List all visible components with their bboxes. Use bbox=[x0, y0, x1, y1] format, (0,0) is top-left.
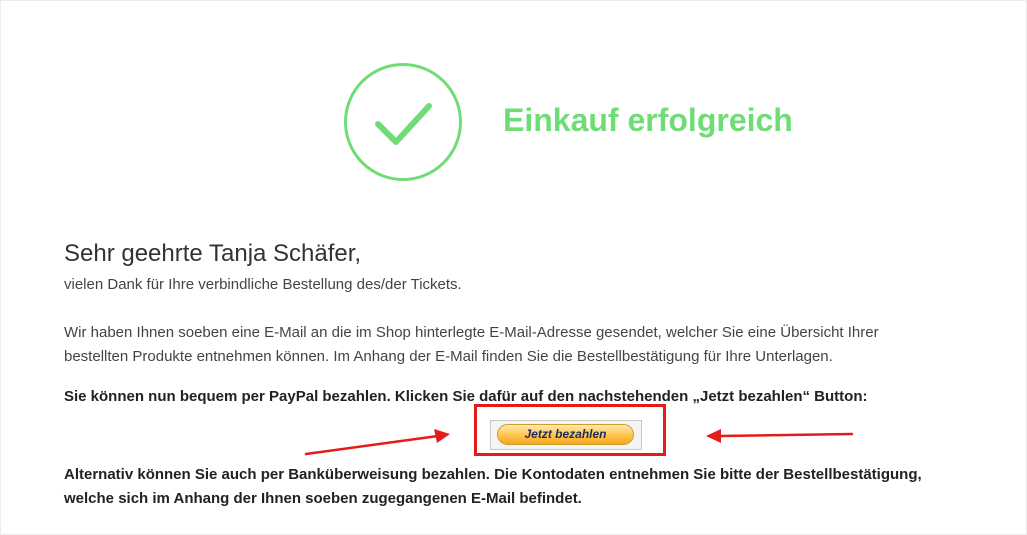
email-info-line-2: bestellten Produkte entnehmen können. Im… bbox=[64, 348, 833, 365]
bank-transfer-info-line-2: welche sich im Anhang der Ihnen soeben z… bbox=[64, 490, 582, 507]
red-arrow-left-icon bbox=[706, 429, 854, 443]
thanks-text: vielen Dank für Ihre verbindliche Bestel… bbox=[64, 276, 462, 293]
red-arrow-right-icon bbox=[304, 429, 450, 456]
paypal-instruction: Sie können nun bequem per PayPal bezahle… bbox=[64, 388, 868, 405]
bank-transfer-info-line-1: Alternativ können Sie auch per Banküberw… bbox=[64, 466, 922, 483]
paypal-pay-now-button[interactable]: Jetzt bezahlen bbox=[497, 424, 634, 445]
check-circle-icon bbox=[344, 63, 462, 181]
email-info-line-1: Wir haben Ihnen soeben eine E-Mail an di… bbox=[64, 324, 879, 341]
checkmark-icon bbox=[375, 103, 432, 145]
greeting-heading: Sehr geehrte Tanja Schäfer, bbox=[64, 240, 362, 267]
page-title: Einkauf erfolgreich bbox=[503, 102, 793, 138]
